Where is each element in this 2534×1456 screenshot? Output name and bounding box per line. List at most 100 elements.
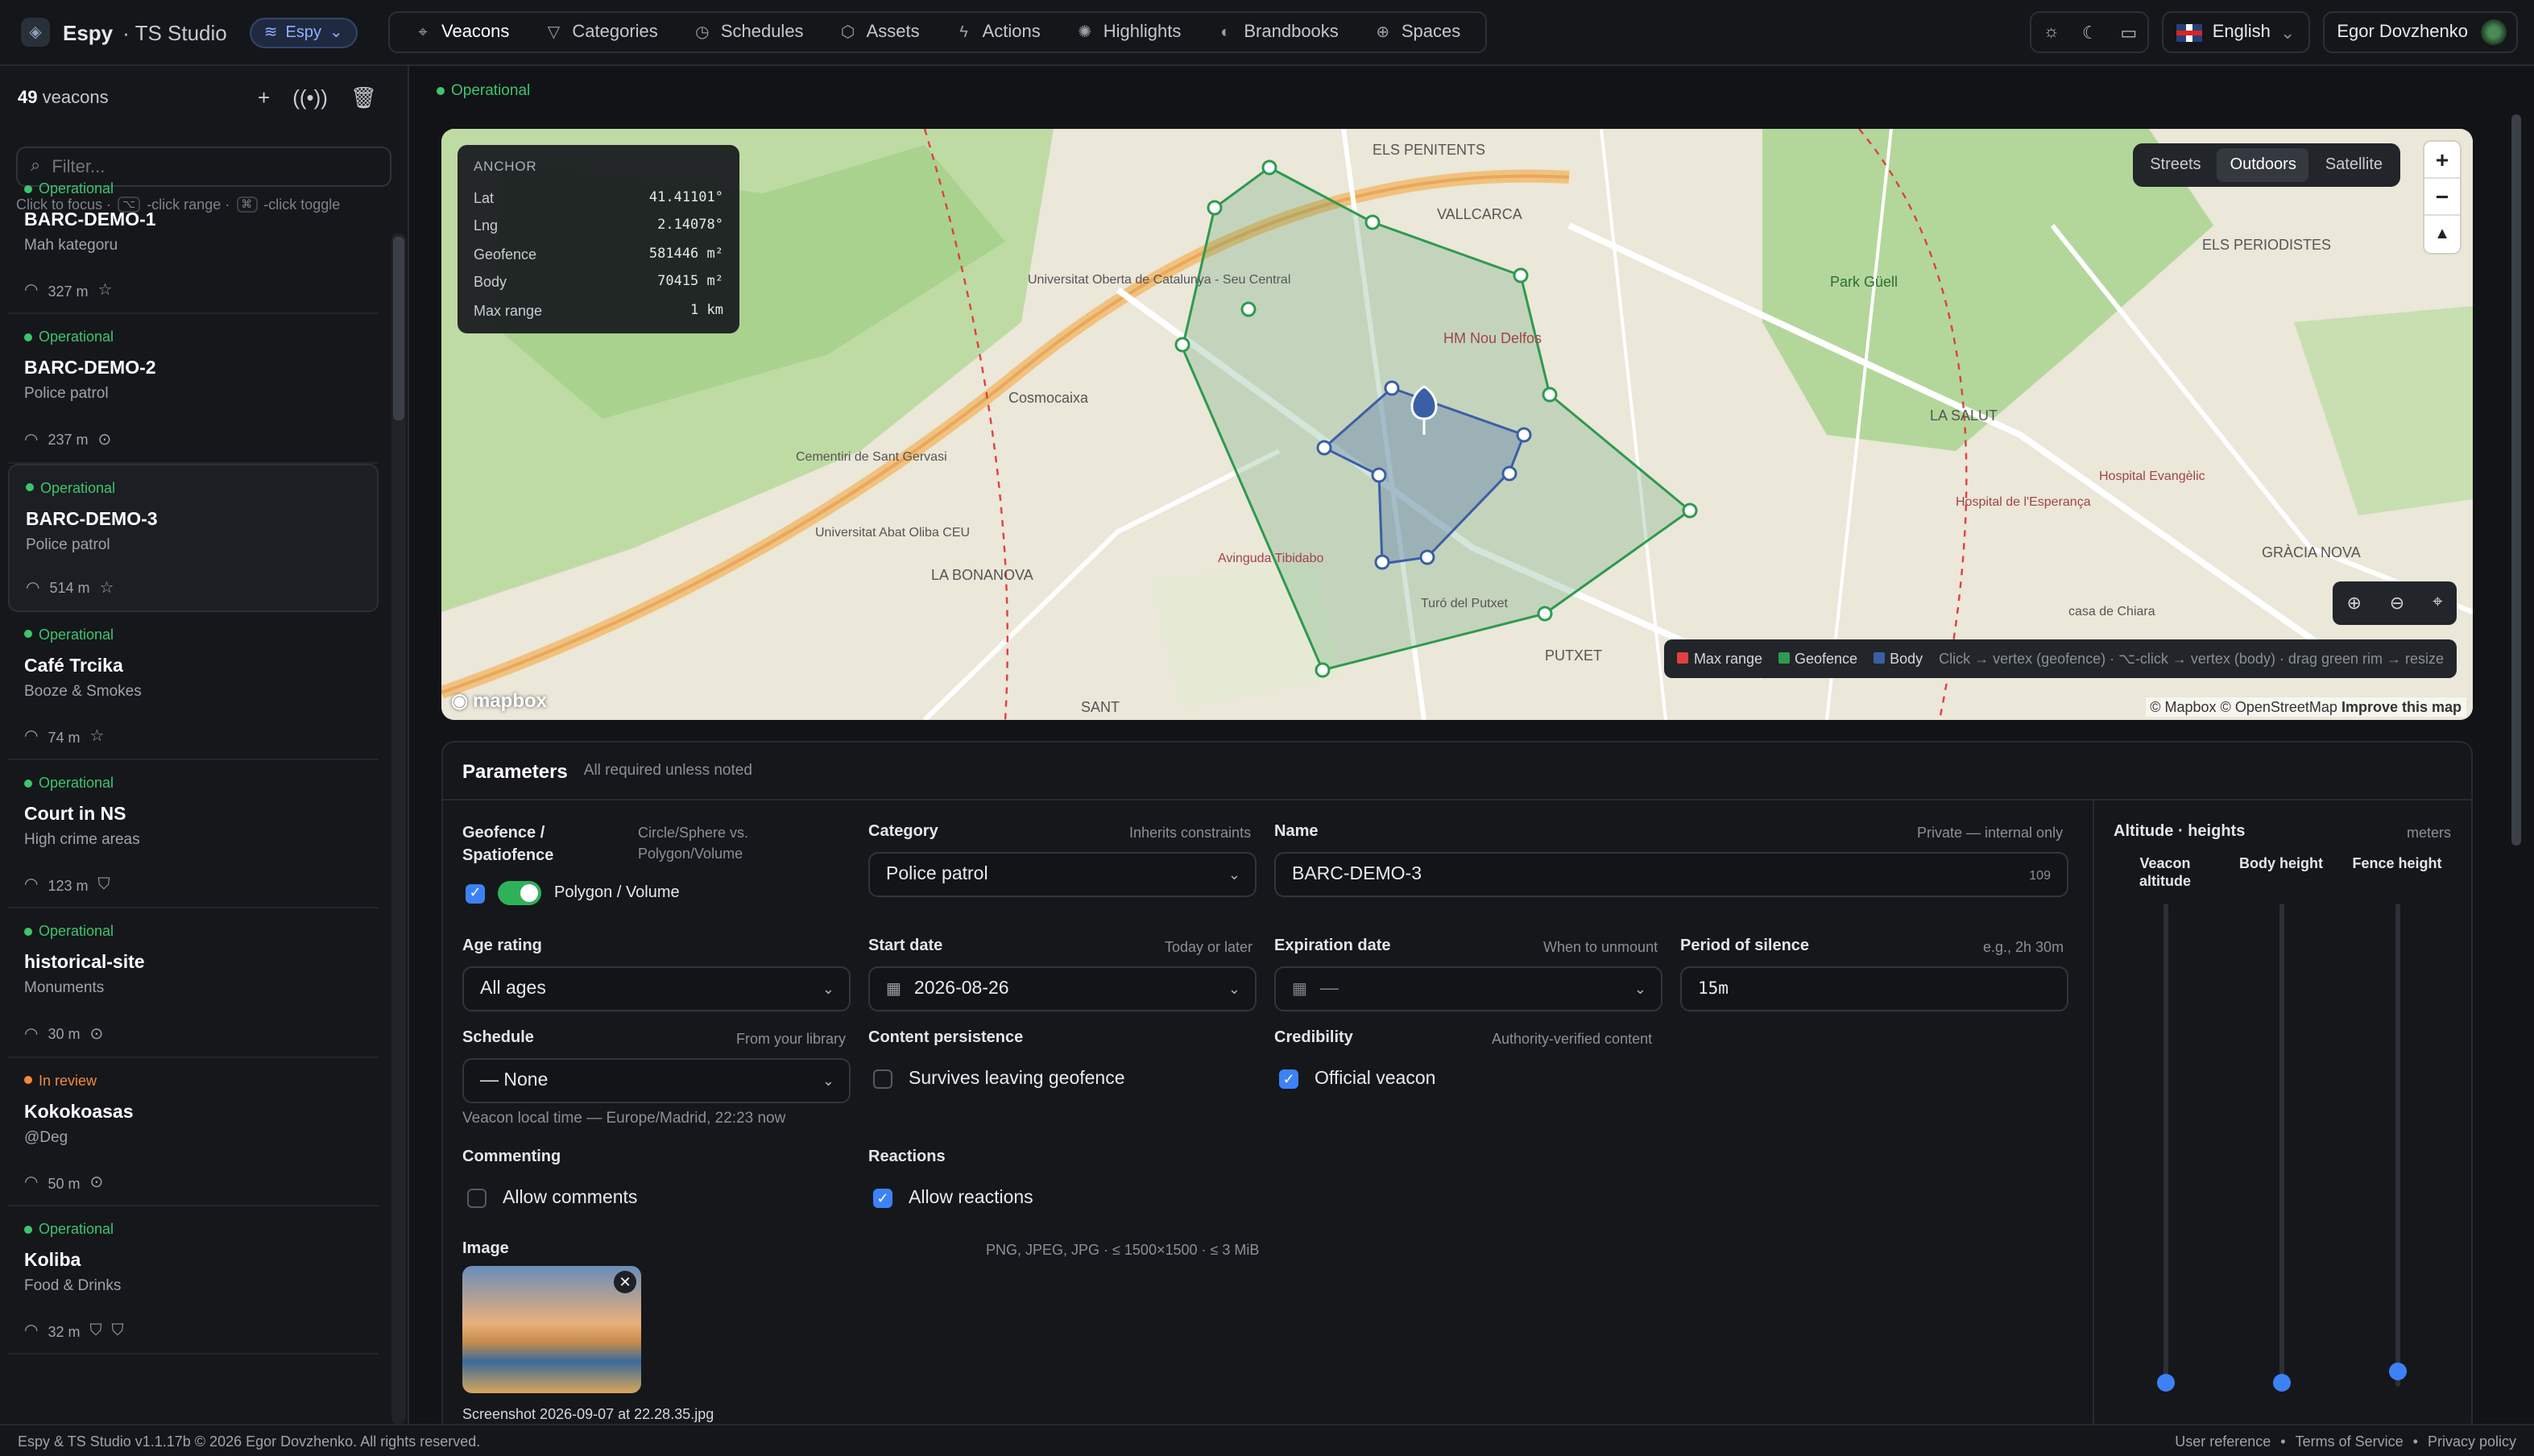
terms-link[interactable]: Terms of Service: [2296, 1433, 2404, 1449]
shield-icon[interactable]: ⛉: [112, 1323, 124, 1341]
workspace-switcher[interactable]: ≋ Espy ⌄: [249, 17, 358, 48]
image-thumbnail[interactable]: ✕: [462, 1266, 641, 1393]
start-date-input[interactable]: ▦ 2026-08-26 ⌄: [868, 966, 1257, 1011]
anchor-row: Geofence 581446 m²: [474, 246, 723, 263]
comments-checkbox[interactable]: [467, 1189, 487, 1208]
geofence-checkbox[interactable]: ✓: [466, 883, 485, 903]
nav-brandbooks[interactable]: ◐ Brandbooks: [1199, 14, 1356, 50]
list-item[interactable]: Operational Koliba Food & Drinks ◠ 32 m ⛉ ⛉: [8, 1206, 379, 1355]
compass-icon[interactable]: ▲: [2424, 216, 2460, 253]
language-label: English: [2212, 23, 2271, 42]
fence-height-slider[interactable]: [2389, 904, 2407, 1387]
add-icon[interactable]: +: [258, 85, 270, 111]
star-icon[interactable]: ☆: [100, 580, 114, 598]
style-satellite[interactable]: Satellite: [2312, 148, 2395, 182]
list-item[interactable]: Operational BARC-DEMO-2 Police patrol ◠ 2…: [8, 315, 379, 464]
mapbox-icon: ◉: [451, 689, 468, 712]
credibility-option[interactable]: ✓ Official veacon: [1279, 1069, 1435, 1089]
user-reference-link[interactable]: User reference: [2175, 1433, 2271, 1449]
target-icon[interactable]: ⊙: [98, 431, 112, 449]
zoom-out-icon[interactable]: ⊖: [2390, 593, 2404, 614]
category-label: Category: [868, 823, 938, 841]
expiration-label: Expiration date: [1274, 937, 1391, 955]
language-select[interactable]: English ⌄: [2162, 11, 2310, 53]
mapbox-logo[interactable]: ◉ mapbox: [451, 689, 547, 712]
signal-icon: ◠: [24, 1174, 39, 1193]
polygon-toggle[interactable]: [498, 881, 541, 905]
locate-icon[interactable]: ⌖: [2433, 593, 2442, 614]
map-graphic[interactable]: ELS PENITENTS VALLCARCA ELS PERIODISTES …: [441, 129, 2473, 720]
style-outdoors[interactable]: Outdoors: [2217, 148, 2309, 182]
zoom-in-icon[interactable]: ⊕: [2346, 593, 2361, 614]
star-icon[interactable]: ☆: [98, 283, 113, 300]
remove-icon[interactable]: ✕: [614, 1271, 636, 1293]
silence-input[interactable]: 15m: [1680, 966, 2068, 1011]
map-attribution[interactable]: © Mapbox © OpenStreetMap Improve this ma…: [2145, 697, 2466, 717]
monitor-icon[interactable]: ▭: [2110, 22, 2148, 43]
list-item[interactable]: Operational Café Trcika Booze & Smokes ◠…: [8, 612, 379, 761]
target-icon[interactable]: ⊙: [90, 1174, 104, 1192]
age-select[interactable]: All ages ⌄: [462, 966, 851, 1011]
reactions-option[interactable]: ✓ Allow reactions: [873, 1189, 1033, 1208]
veacon-list: Operational BARC-DEMO-1 Mah kategoru ◠ 32…: [8, 166, 379, 1355]
slider-handle[interactable]: [2389, 1363, 2407, 1380]
veacon-altitude-slider[interactable]: [2157, 904, 2175, 1392]
nav-assets[interactable]: ⬡ Assets: [822, 14, 938, 50]
chevron-down-icon: ⌄: [822, 1072, 834, 1088]
official-checkbox[interactable]: ✓: [1279, 1069, 1298, 1089]
zoom-in-icon[interactable]: +: [2424, 142, 2460, 179]
nav-categories[interactable]: ▽ Categories: [527, 14, 675, 50]
map-canvas[interactable]: ELS PENITENTS VALLCARCA ELS PERIODISTES …: [441, 129, 2473, 720]
style-streets[interactable]: Streets: [2137, 148, 2213, 182]
nav-label: Veacons: [441, 23, 510, 42]
svg-text:Universitat Abat Oliba CEU: Universitat Abat Oliba CEU: [815, 526, 970, 540]
slider-handle[interactable]: [2273, 1374, 2291, 1392]
trash-icon[interactable]: 🗑︎: [350, 85, 377, 111]
list-item[interactable]: Operational BARC-DEMO-3 Police patrol ◠ 5…: [8, 463, 379, 612]
slider-handle[interactable]: [2157, 1374, 2175, 1392]
sun-icon[interactable]: ☼: [2032, 23, 2071, 42]
nav-label: Spaces: [1401, 23, 1461, 42]
nav-highlights[interactable]: ✺ Highlights: [1058, 14, 1199, 50]
list-item[interactable]: In review Kokokoasas @Deg ◠ 50 m ⊙: [8, 1058, 379, 1207]
name-input[interactable]: BARC-DEMO-3 109: [1274, 852, 2068, 897]
list-item[interactable]: Operational Court in NS High crime areas…: [8, 760, 379, 909]
veacon-category: Booze & Smokes: [24, 682, 142, 701]
broadcast-icon[interactable]: ((•)): [292, 85, 328, 111]
svg-text:PUTXET: PUTXET: [1545, 647, 1602, 664]
espy-logo-icon[interactable]: ◈: [21, 18, 50, 47]
nav-schedules[interactable]: ◷ Schedules: [676, 14, 822, 50]
nav-actions[interactable]: ϟ Actions: [938, 14, 1058, 50]
nav-veacons[interactable]: ⌖ Veacons: [396, 14, 527, 50]
sidebar-scrollbar[interactable]: [391, 234, 406, 1424]
nav-spaces[interactable]: ⊕ Spaces: [1356, 14, 1478, 50]
shield-icon[interactable]: ⛉: [90, 1323, 102, 1341]
list-item[interactable]: Operational historical-site Monuments ◠ 3…: [8, 909, 379, 1058]
persistence-checkbox[interactable]: [873, 1069, 892, 1089]
map-style-switcher: Streets Outdoors Satellite: [2132, 143, 2400, 187]
image-label: Image: [462, 1240, 509, 1258]
user-name: Egor Dovzhenko: [2337, 23, 2468, 42]
comments-option[interactable]: Allow comments: [467, 1189, 637, 1208]
target-icon[interactable]: ⊙: [90, 1026, 104, 1044]
category-select[interactable]: Police patrol ⌄: [868, 852, 1257, 897]
app-name[interactable]: Espy: [63, 20, 113, 44]
veacon-range: 30 m: [48, 1026, 81, 1043]
persistence-option[interactable]: Survives leaving geofence: [873, 1069, 1125, 1089]
main-scrollbar[interactable]: [2508, 66, 2524, 1424]
shield-icon[interactable]: ⛉: [98, 877, 110, 895]
privacy-link[interactable]: Privacy policy: [2428, 1433, 2516, 1449]
moon-icon[interactable]: ☾: [2071, 22, 2110, 43]
list-item[interactable]: Operational BARC-DEMO-1 Mah kategoru ◠ 32…: [8, 166, 379, 315]
params-subtitle: All required unless noted: [583, 762, 752, 780]
reactions-checkbox[interactable]: ✓: [873, 1189, 892, 1208]
user-menu[interactable]: Egor Dovzhenko: [2322, 11, 2518, 53]
expiration-date-input[interactable]: ▦ — ⌄: [1274, 966, 1662, 1011]
zoom-out-icon[interactable]: −: [2424, 179, 2460, 216]
schedule-select[interactable]: — None ⌄: [462, 1058, 851, 1103]
body-height-slider[interactable]: [2273, 904, 2291, 1392]
anchor-title: ANCHOR: [474, 158, 537, 174]
star-icon[interactable]: ☆: [90, 728, 105, 746]
anchor-row: Body 70415 m²: [474, 274, 723, 291]
veacon-category: Monuments: [24, 979, 105, 998]
